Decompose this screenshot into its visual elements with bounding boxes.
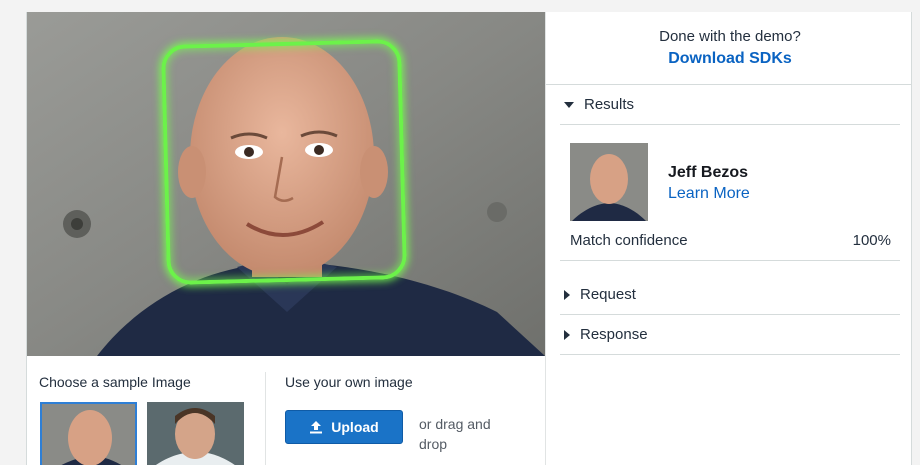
sample-image-2[interactable]	[147, 402, 244, 465]
request-toggle[interactable]: Request	[564, 286, 636, 303]
learn-more-link[interactable]: Learn More	[668, 185, 750, 203]
analyzed-photo	[27, 12, 545, 356]
response-toggle[interactable]: Response	[564, 326, 648, 343]
caret-right-icon	[564, 329, 570, 340]
response-heading: Response	[580, 326, 648, 343]
own-image-heading: Use your own image	[285, 374, 413, 390]
results-panel: Done with the demo? Download SDKs Result…	[545, 12, 911, 465]
drag-drop-hint: or drag and drop	[419, 416, 491, 452]
caret-down-icon	[564, 101, 574, 108]
request-heading: Request	[580, 286, 636, 303]
sample-image-heading: Choose a sample Image	[39, 374, 191, 390]
match-confidence-value: 100%	[852, 232, 891, 249]
face-bounding-box	[160, 38, 408, 286]
celebrity-thumbnail	[570, 143, 648, 221]
results-heading: Results	[584, 96, 635, 113]
download-sdks-link[interactable]: Download SDKs	[546, 50, 911, 68]
image-source-picker: Choose a sample Image Use your own image	[27, 356, 545, 465]
upload-button-label: Upload	[331, 419, 379, 435]
divider	[560, 354, 900, 355]
done-prompt: Done with the demo?	[659, 28, 801, 45]
upload-button[interactable]: Upload	[285, 410, 403, 444]
results-toggle[interactable]: Results	[564, 96, 634, 113]
celebrity-name: Jeff Bezos	[668, 164, 749, 181]
demo-frame: Choose a sample Image Use your own image	[26, 12, 912, 465]
divider	[546, 84, 911, 85]
sample-image-1[interactable]	[40, 402, 137, 465]
divider	[560, 260, 900, 261]
divider	[560, 314, 900, 315]
match-confidence-label: Match confidence	[570, 232, 688, 249]
divider	[560, 124, 900, 125]
image-pane: Choose a sample Image Use your own image	[27, 12, 545, 465]
caret-right-icon	[564, 289, 570, 300]
upload-icon	[310, 421, 323, 434]
divider	[265, 372, 266, 465]
